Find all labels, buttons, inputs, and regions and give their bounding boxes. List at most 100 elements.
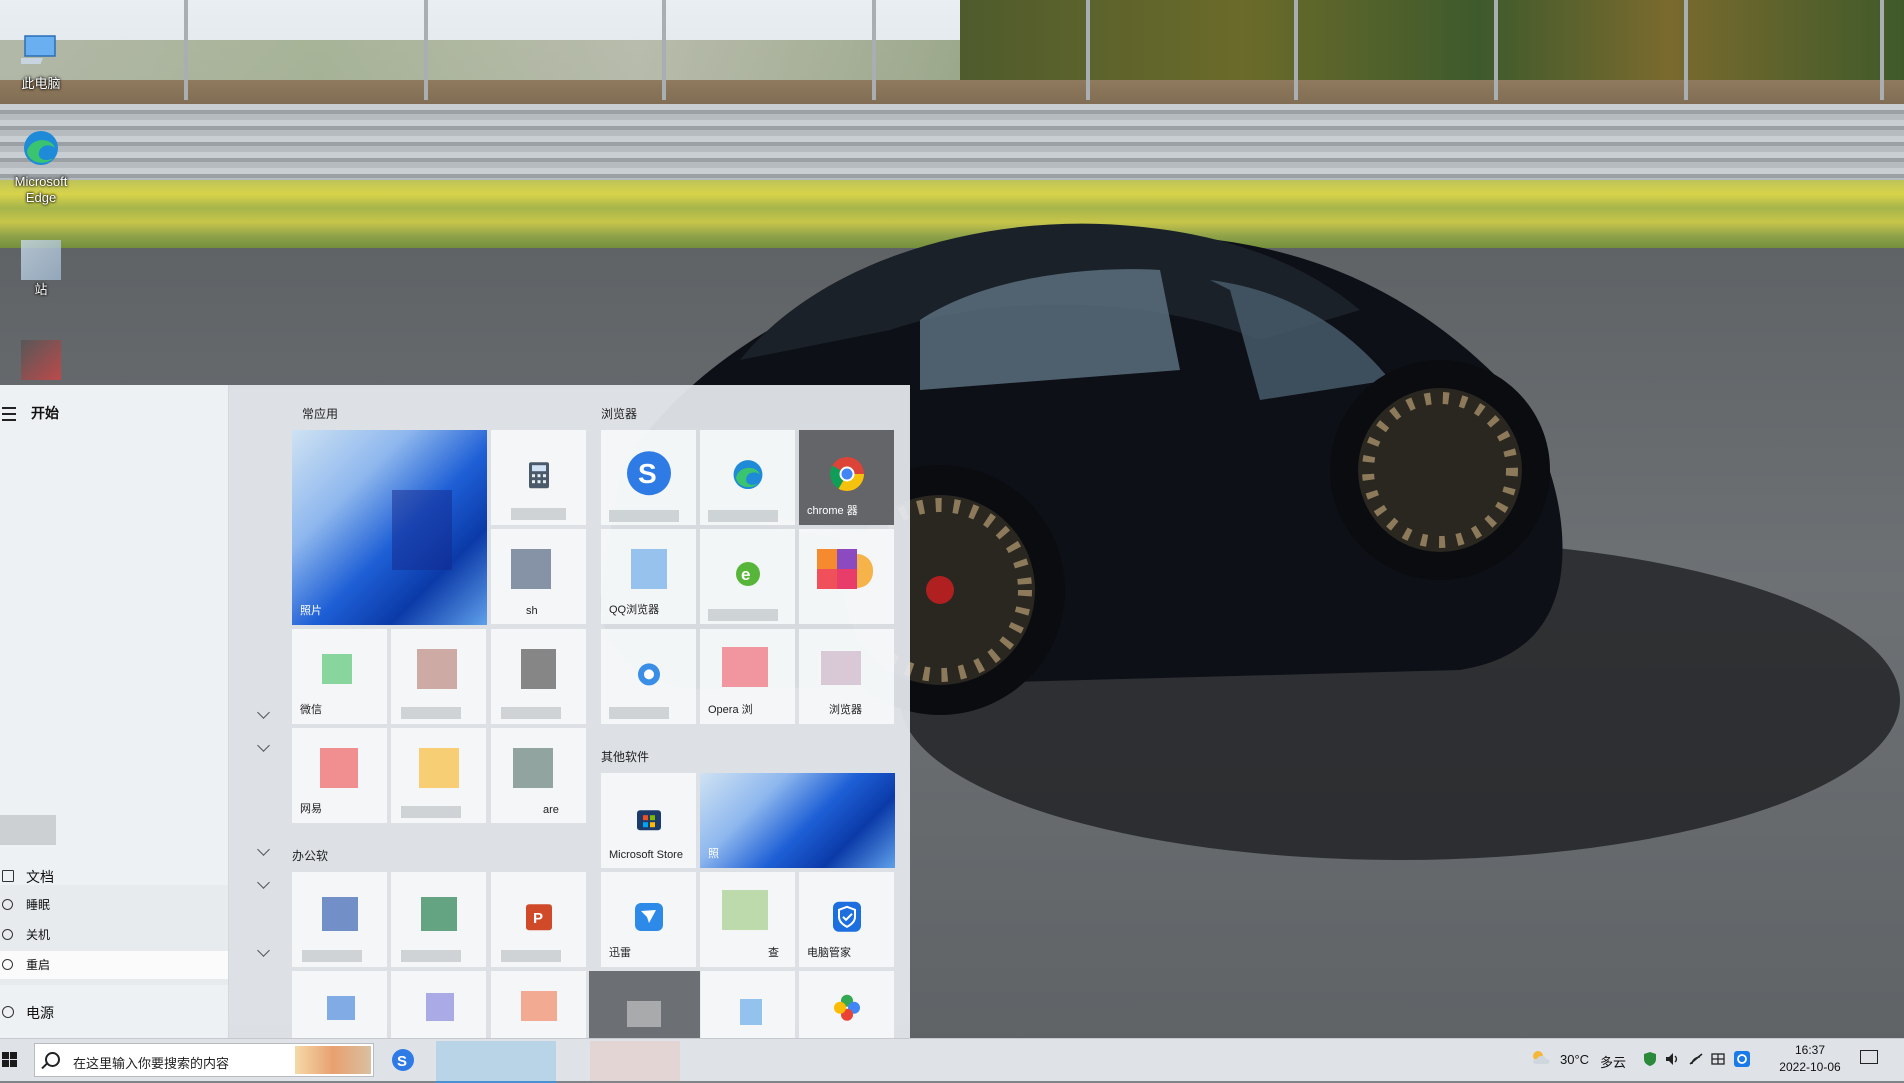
desktop-icon-edge[interactable]: Microsoft Edge (6, 128, 76, 206)
tile-app-blurred[interactable] (292, 971, 387, 1038)
tile-photos-wide[interactable]: 照 (700, 773, 895, 868)
group-label-other[interactable]: 其他软件 (601, 748, 649, 765)
tile-app-blurred[interactable]: 查 (700, 872, 795, 967)
taskbar-search-box[interactable]: 在这里输入你要搜索的内容 (34, 1043, 374, 1077)
tile-pc-manager[interactable]: 电脑管家 (799, 872, 894, 967)
chevron-down-icon[interactable] (257, 706, 270, 719)
document-icon (2, 870, 14, 882)
power-option-sleep[interactable]: 睡眠 (0, 891, 228, 919)
clock-date: 2022-10-06 (1779, 1060, 1841, 1074)
tile-photos[interactable]: 照片 (292, 430, 487, 625)
svg-text:S: S (638, 458, 657, 489)
power-menu: 睡眠 关机 重启 (0, 885, 228, 985)
input-method-icon[interactable] (1710, 1051, 1726, 1067)
clock-time: 16:37 (1794, 1043, 1826, 1057)
desktop-icon-label: 此电脑 (21, 76, 61, 91)
tile-app-blurred[interactable]: are (491, 728, 586, 823)
tile-app-blurred[interactable] (799, 529, 894, 624)
search-highlight-illustration (295, 1046, 371, 1074)
network-icon[interactable] (1688, 1051, 1704, 1067)
tile-edge[interactable] (700, 430, 795, 525)
sleep-icon (2, 899, 13, 910)
shield-icon (832, 901, 861, 932)
sidebar-item-power[interactable]: 电源 (0, 999, 228, 1027)
weather-description[interactable]: 多云 (1600, 1052, 1626, 1071)
chevron-down-icon[interactable] (257, 843, 270, 856)
edge-icon (24, 131, 58, 165)
svg-text:S: S (397, 1053, 407, 1070)
security-shield-icon[interactable] (1642, 1051, 1658, 1067)
sogou-browser-icon: S (626, 450, 671, 495)
restart-icon (2, 959, 13, 970)
power-option-restart[interactable]: 重启 (0, 951, 228, 979)
blurred-app-icon (21, 340, 61, 380)
tile-calculator[interactable] (491, 430, 586, 525)
search-icon (45, 1052, 60, 1067)
taskbar-app-blurred[interactable] (590, 1041, 680, 1081)
search-placeholder: 在这里输入你要搜索的内容 (73, 1056, 230, 1071)
group-label-browsers[interactable]: 浏览器 (601, 405, 637, 422)
tile-xunlei[interactable]: 迅雷 (601, 872, 696, 967)
cloudy-weather-icon[interactable] (1530, 1050, 1552, 1066)
tile-app-blurred[interactable] (700, 971, 795, 1038)
tile-app-blurred[interactable] (391, 971, 486, 1038)
qq-tray-icon[interactable] (1734, 1051, 1750, 1067)
chevron-down-icon[interactable] (257, 739, 270, 752)
desktop-icon-this-pc[interactable]: 此电脑 (6, 30, 76, 92)
svg-text:P: P (533, 910, 543, 927)
start-menu-title: 开始 (31, 405, 59, 421)
desktop-icon-label: 站 (34, 282, 48, 297)
tile-360-browser[interactable]: e (700, 529, 795, 624)
xunlei-icon (634, 902, 663, 931)
tile-app-blurred[interactable] (391, 728, 486, 823)
tile-browser-3[interactable]: 浏览器 (799, 629, 894, 724)
power-icon (2, 1006, 14, 1018)
taskbar-app-blurred[interactable] (436, 1041, 556, 1083)
tile-app-blurred[interactable] (491, 629, 586, 724)
powerpoint-icon: P (525, 903, 552, 930)
tile-opera[interactable]: Opera 浏 (700, 629, 795, 724)
blurred-app-icon (21, 240, 61, 280)
tile-wechat[interactable]: 微信 (292, 629, 387, 724)
edge-icon (733, 459, 762, 489)
group-label-office[interactable]: 办公软 (292, 847, 328, 864)
sogou-browser-taskbar-icon[interactable]: S (388, 1045, 418, 1075)
tile-app-blurred[interactable] (589, 971, 701, 1038)
tile-app-blurred[interactable] (391, 629, 486, 724)
tile-netease[interactable]: 网易 (292, 728, 387, 823)
tile-excel[interactable] (391, 872, 486, 967)
blurred-avatar (0, 815, 56, 845)
tile-app-blurred[interactable]: sh (491, 529, 586, 624)
chevron-down-icon[interactable] (257, 944, 270, 957)
globe-icon (637, 662, 660, 685)
tile-chrome[interactable]: chrome 器 (799, 430, 894, 525)
tile-powerpoint[interactable]: P (491, 872, 586, 967)
tile-microsoft-store[interactable]: Microsoft Store (601, 773, 696, 868)
notification-center-icon[interactable] (1860, 1050, 1878, 1064)
taskbar: 在这里输入你要搜索的内容 S 30°C 多云 16:37 2022-10-06 (0, 1038, 1904, 1083)
start-menu-sidebar: 开始 文档 睡眠 关机 重启 电源 (0, 385, 229, 1038)
desktop-icon-blurred[interactable]: 站 (6, 240, 76, 298)
power-icon (2, 929, 13, 940)
volume-icon[interactable] (1664, 1051, 1680, 1067)
flower-icon (833, 994, 860, 1021)
chevron-down-icon[interactable] (257, 876, 270, 889)
chrome-icon (829, 456, 864, 491)
tile-photos-app[interactable] (799, 971, 894, 1038)
microsoft-store-icon (636, 809, 661, 830)
start-button[interactable] (0, 1039, 30, 1081)
tile-qq-browser[interactable]: QQ浏览器 (601, 529, 696, 624)
desktop-icon-blurred-2[interactable] (6, 340, 76, 382)
tile-browser-blurred[interactable] (601, 629, 696, 724)
tile-app-blurred[interactable] (491, 971, 586, 1038)
tile-sogou-browser[interactable]: S (601, 430, 696, 525)
weather-temperature[interactable]: 30°C (1560, 1052, 1589, 1067)
calculator-icon (528, 461, 549, 488)
power-option-shutdown[interactable]: 关机 (0, 921, 228, 949)
this-pc-icon (16, 35, 56, 64)
tile-word[interactable] (292, 872, 387, 967)
hamburger-menu-icon[interactable] (2, 407, 16, 421)
start-menu: 开始 文档 睡眠 关机 重启 电源 常应用 浏览器 其他软件 办公软 照片 sh… (0, 385, 910, 1038)
taskbar-clock[interactable]: 16:37 2022-10-06 (1760, 1042, 1860, 1076)
group-label-common[interactable]: 常应用 (302, 405, 338, 422)
